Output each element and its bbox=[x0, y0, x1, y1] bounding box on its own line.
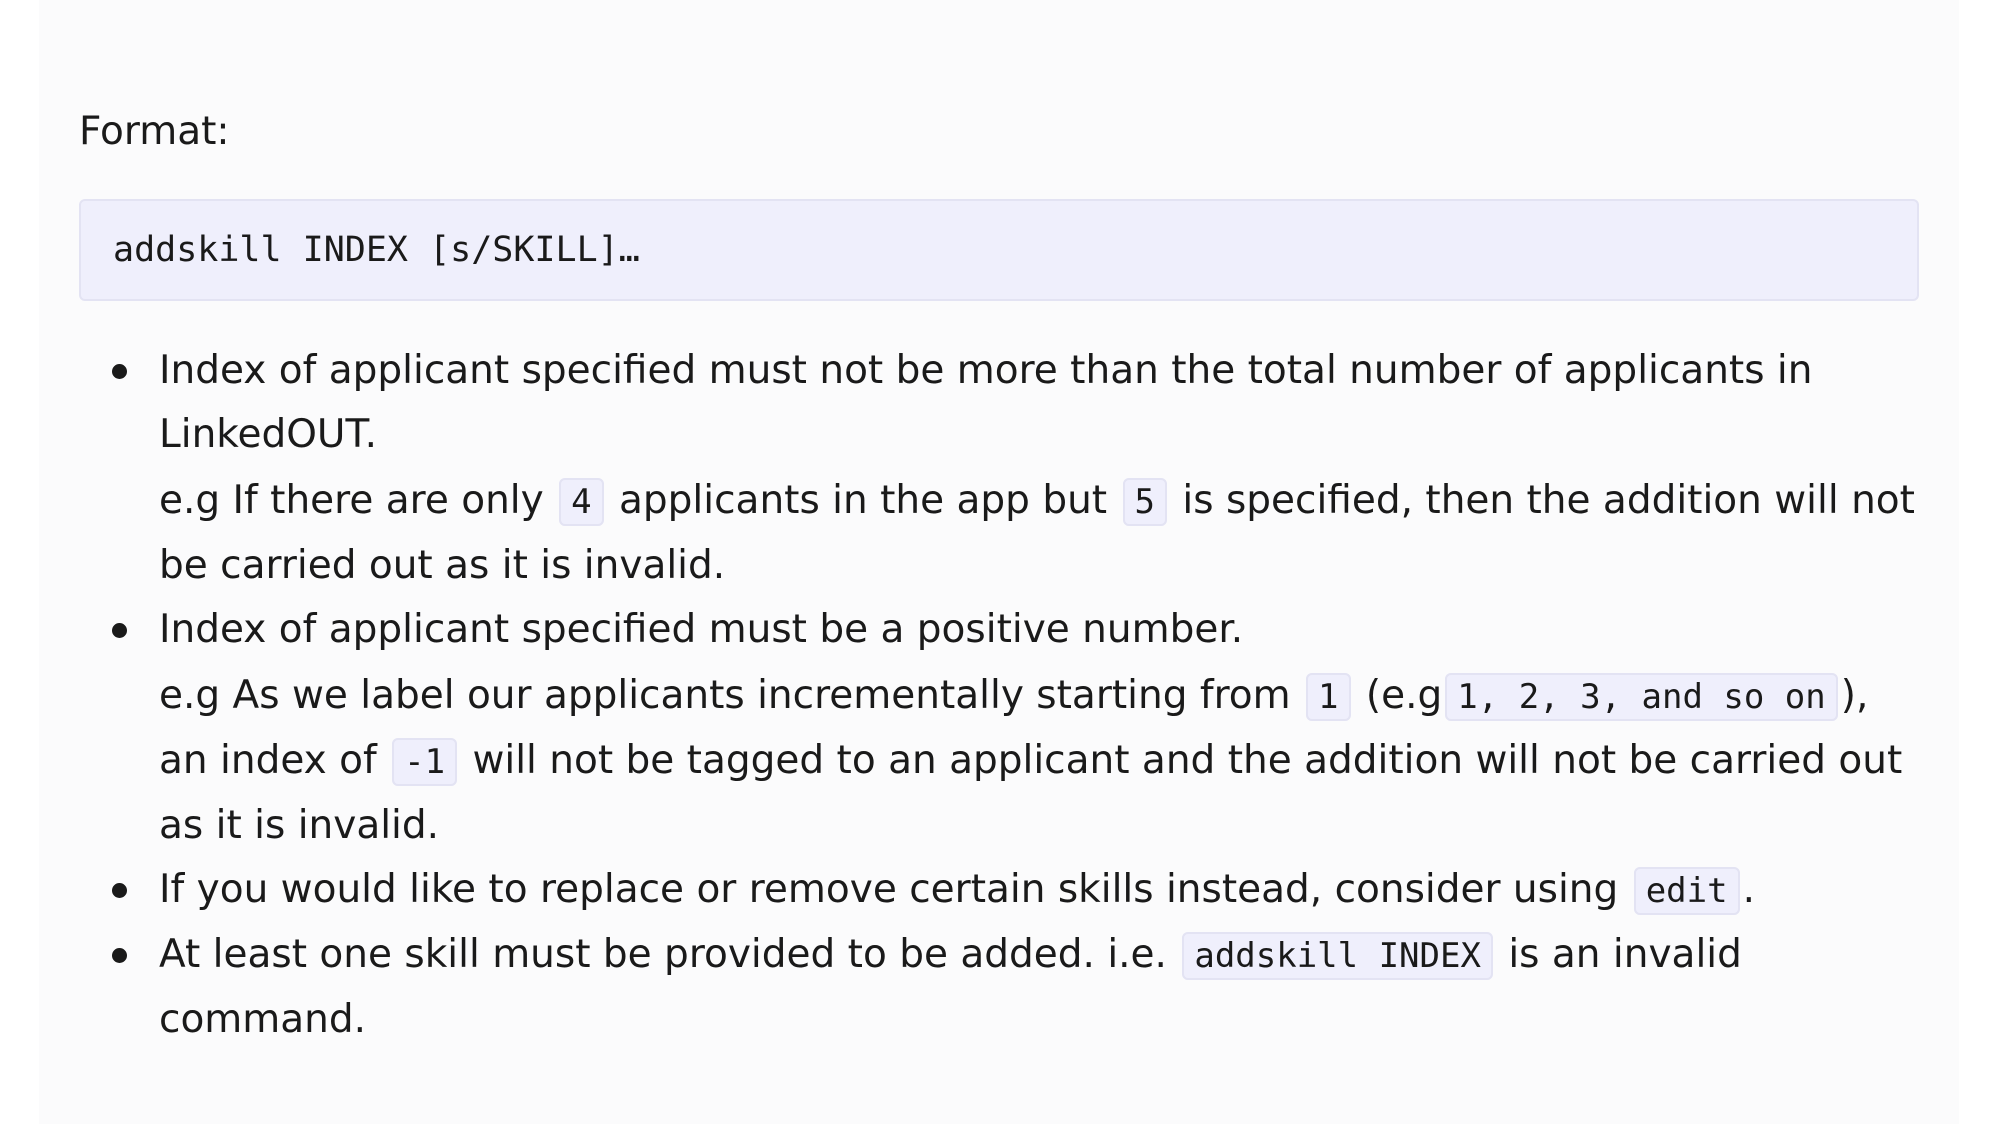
note-main-text: Index of applicant specified must not be… bbox=[159, 348, 1813, 457]
format-label: Format: bbox=[79, 109, 230, 154]
list-item: At least one skill must be provided to b… bbox=[79, 923, 1919, 1052]
document-content: Format: addskill INDEX [s/SKILL]… Index … bbox=[79, 100, 1919, 1052]
note-example: e.g If there are only 4 applicants in th… bbox=[159, 469, 1919, 598]
command-format-code-block: addskill INDEX [s/SKILL]… bbox=[79, 199, 1919, 301]
bullet-icon bbox=[112, 948, 127, 963]
note-example: e.g As we label our applicants increment… bbox=[159, 664, 1919, 858]
command-format-text: addskill INDEX [s/SKILL]… bbox=[113, 230, 640, 270]
inline-code: 5 bbox=[1122, 478, 1167, 526]
bullet-icon bbox=[112, 364, 127, 379]
note-text: If you would like to replace or remove c… bbox=[159, 867, 1619, 912]
list-item: Index of applicant specified must not be… bbox=[79, 339, 1919, 598]
note-text: At least one skill must be provided to b… bbox=[159, 932, 1167, 977]
notes-list: Index of applicant specified must not be… bbox=[79, 339, 1919, 1052]
inline-code: edit bbox=[1633, 867, 1740, 915]
bullet-icon bbox=[112, 883, 127, 898]
document-page: Format: addskill INDEX [s/SKILL]… Index … bbox=[39, 0, 1959, 1124]
list-item: Index of applicant specified must be a p… bbox=[79, 598, 1919, 858]
inline-code: 4 bbox=[559, 478, 604, 526]
inline-code: addskill INDEX bbox=[1182, 932, 1493, 980]
bullet-icon bbox=[112, 623, 127, 638]
inline-code: -1 bbox=[392, 738, 458, 786]
list-item: If you would like to replace or remove c… bbox=[79, 858, 1919, 923]
note-main-text: Index of applicant specified must be a p… bbox=[159, 607, 1244, 652]
note-suffix: . bbox=[1742, 867, 1755, 912]
example-text: e.g As we label our applicants increment… bbox=[159, 673, 1291, 718]
example-text: e.g If there are only bbox=[159, 478, 544, 523]
example-text: applicants in the app but bbox=[619, 478, 1108, 523]
inline-code: 1 bbox=[1306, 673, 1351, 721]
example-text: (e.g bbox=[1365, 673, 1443, 718]
inline-code: 1, 2, 3, and so on bbox=[1445, 673, 1838, 721]
